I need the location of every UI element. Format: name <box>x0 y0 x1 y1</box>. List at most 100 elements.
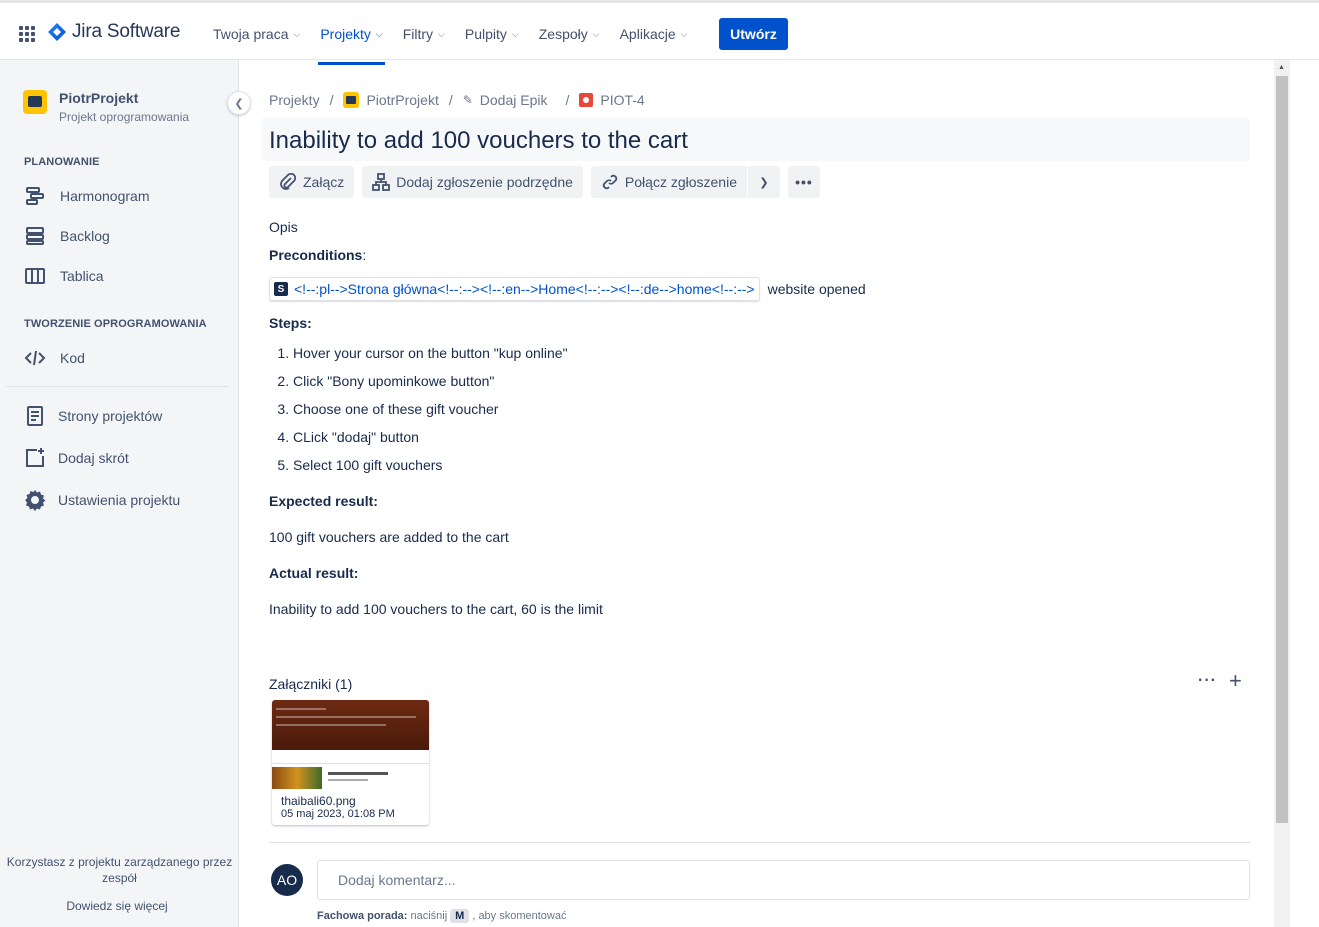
chevron-down-icon: ⌵ <box>680 28 688 39</box>
nav-teams[interactable]: Zespoły ⌵ <box>529 18 610 50</box>
breadcrumb-epic[interactable]: ✎ Dodaj Epik <box>463 92 548 108</box>
chevron-down-icon: ⌵ <box>592 28 600 39</box>
description-content[interactable]: Preconditions: S <!--:pl-->Strona główna<… <box>269 245 1229 617</box>
team-managed-note: Korzystasz z projektu zarządzanego przez… <box>6 855 233 885</box>
issue-view: Projekty / PiotrProjekt / ✎ Dodaj Epik / … <box>239 60 1319 927</box>
gear-icon <box>25 490 46 511</box>
issue-title[interactable]: Inability to add 100 vouchers to the car… <box>269 127 688 155</box>
learn-more-link[interactable]: Dowiedz się więcej <box>0 899 234 913</box>
breadcrumb-issue-key[interactable]: PIOT-4 <box>579 92 645 108</box>
breadcrumb-label: PiotrProjekt <box>366 92 439 108</box>
sidebar-divider <box>6 386 229 387</box>
keyboard-shortcut: M <box>450 909 470 923</box>
preconditions-label: Preconditions <box>269 247 363 263</box>
jira-logo[interactable]: Jira Software <box>48 21 180 43</box>
link-text: <!--:pl-->Strona główna<!--:--><!--:en--… <box>294 281 755 297</box>
breadcrumb-label: PIOT-4 <box>600 92 645 108</box>
attachment-date: 05 maj 2023, 01:08 PM <box>281 808 395 820</box>
steps-label: Steps: <box>269 315 312 331</box>
tip-text: , aby skomentować <box>472 910 567 922</box>
nav-projects[interactable]: Projekty ⌵ <box>310 18 392 65</box>
add-attachment-icon[interactable]: + <box>1229 670 1242 692</box>
button-label: Załącz <box>303 174 345 190</box>
attachments-more-icon[interactable]: ··· <box>1198 672 1217 690</box>
more-icon: ••• <box>795 174 813 190</box>
nav-label: Aplikacje <box>619 26 676 42</box>
project-header[interactable]: PiotrProjekt Projekt oprogramowania <box>23 90 189 124</box>
code-icon <box>24 350 46 366</box>
sidebar-item-project-pages[interactable]: Strony projektów <box>24 404 162 428</box>
nav-dashboards[interactable]: Pulpity ⌵ <box>455 18 529 50</box>
nav-your-work[interactable]: Twoja praca ⌵ <box>203 18 310 50</box>
nav-label: Pulpity <box>464 26 507 42</box>
nav-label: Zespoły <box>538 26 588 42</box>
steps-list: Hover your cursor on the button "kup onl… <box>269 339 1229 479</box>
nav-filters[interactable]: Filtry ⌵ <box>393 18 455 50</box>
sidebar-item-label: Kod <box>60 350 85 366</box>
attach-button[interactable]: Załącz <box>269 166 355 198</box>
sidebar-item-timeline[interactable]: Harmonogram <box>24 184 149 208</box>
button-label: Połącz zgłoszenie <box>624 174 737 190</box>
sidebar-item-label: Ustawienia projektu <box>58 492 181 508</box>
nav-label: Projekty <box>320 26 371 42</box>
create-button[interactable]: Utwórz <box>719 18 788 50</box>
hierarchy-icon <box>372 173 391 191</box>
actual-text: Inability to add 100 vouchers to the car… <box>269 601 603 617</box>
list-item: Click "Bony upominkowe button" <box>293 367 1229 395</box>
bug-icon <box>579 93 594 107</box>
sidebar-item-board[interactable]: Tablica <box>24 264 104 288</box>
preconditions-smart-link[interactable]: S <!--:pl-->Strona główna<!--:--><!--:en-… <box>269 277 760 301</box>
logo-text: Jira Software <box>72 21 181 42</box>
app-switcher-icon[interactable] <box>19 26 35 42</box>
sidebar-item-label: Tablica <box>60 268 104 284</box>
collapse-sidebar-button[interactable]: ❮ <box>227 91 251 115</box>
section-title-development: TWORZENIE OPROGRAMOWANIA <box>24 318 207 330</box>
sidebar-item-label: Dodaj skrót <box>58 450 129 466</box>
chevron-down-icon: ⌵ <box>511 28 519 39</box>
link-issue-split-button: Połącz zgłoszenie ❯ <box>590 166 780 198</box>
description-label: Opis <box>269 219 298 235</box>
scroll-up-icon[interactable]: ▲ <box>1278 64 1285 71</box>
nav-label: Filtry <box>402 26 434 42</box>
link-issue-dropdown-button[interactable]: ❯ <box>747 166 780 198</box>
paperclip-icon <box>280 173 297 190</box>
project-avatar <box>23 90 47 114</box>
breadcrumb: Projekty / PiotrProjekt / ✎ Dodaj Epik / … <box>269 92 645 108</box>
chevron-down-icon: ❯ <box>759 176 769 189</box>
more-actions-button[interactable]: ••• <box>787 166 820 198</box>
list-item: Hover your cursor on the button "kup onl… <box>293 339 1229 367</box>
link-issue-button[interactable]: Połącz zgłoszenie <box>590 166 747 198</box>
attachment-filename: thaibali60.png <box>281 794 356 808</box>
nav-apps[interactable]: Aplikacje ⌵ <box>610 18 698 50</box>
attachment-thumbnail <box>272 700 429 750</box>
nav-menu: Twoja praca ⌵ Projekty ⌵ Filtry ⌵ Pulpity ⌵ … <box>203 18 698 65</box>
breadcrumb-label: Dodaj Epik <box>479 92 548 108</box>
breadcrumb-separator: / <box>329 92 334 108</box>
tip-bold: Fachowa porada: <box>317 910 408 922</box>
list-item: Choose one of these gift voucher <box>293 395 1229 423</box>
sidebar-item-backlog[interactable]: Backlog <box>24 224 110 248</box>
add-shortcut-icon <box>26 448 44 467</box>
section-title-planning: PLANOWANIE <box>24 156 100 168</box>
timeline-icon <box>26 187 44 205</box>
chevron-down-icon: ⌵ <box>438 28 445 39</box>
breadcrumb-project[interactable]: PiotrProjekt <box>343 92 439 108</box>
scrollbar-thumb[interactable] <box>1276 76 1288 823</box>
sidebar-item-add-shortcut[interactable]: Dodaj skrót <box>24 446 129 470</box>
preconditions-suffix: website opened <box>767 281 866 297</box>
comment-input[interactable] <box>317 860 1250 900</box>
add-child-issue-button[interactable]: Dodaj zgłoszenie podrzędne <box>362 166 583 198</box>
sidebar-item-label: Backlog <box>60 228 110 244</box>
sidebar-item-code[interactable]: Kod <box>24 346 85 370</box>
breadcrumb-projects[interactable]: Projekty <box>269 92 320 108</box>
chevron-left-icon: ❮ <box>234 97 244 110</box>
project-sidebar: PiotrProjekt Projekt oprogramowania PLAN… <box>0 60 239 927</box>
project-name: PiotrProjekt <box>59 90 139 106</box>
top-navigation: Jira Software Twoja praca ⌵ Projekty ⌵ Fil… <box>0 0 1319 65</box>
button-label: Dodaj zgłoszenie podrzędne <box>396 174 573 190</box>
attachment-card[interactable]: thaibali60.png 05 maj 2023, 01:08 PM <box>272 700 429 825</box>
pencil-icon: ✎ <box>462 93 473 107</box>
expected-label: Expected result: <box>269 493 378 509</box>
comment-tip: Fachowa porada: naciśnij M , aby skoment… <box>317 909 566 923</box>
sidebar-item-project-settings[interactable]: Ustawienia projektu <box>24 488 180 512</box>
